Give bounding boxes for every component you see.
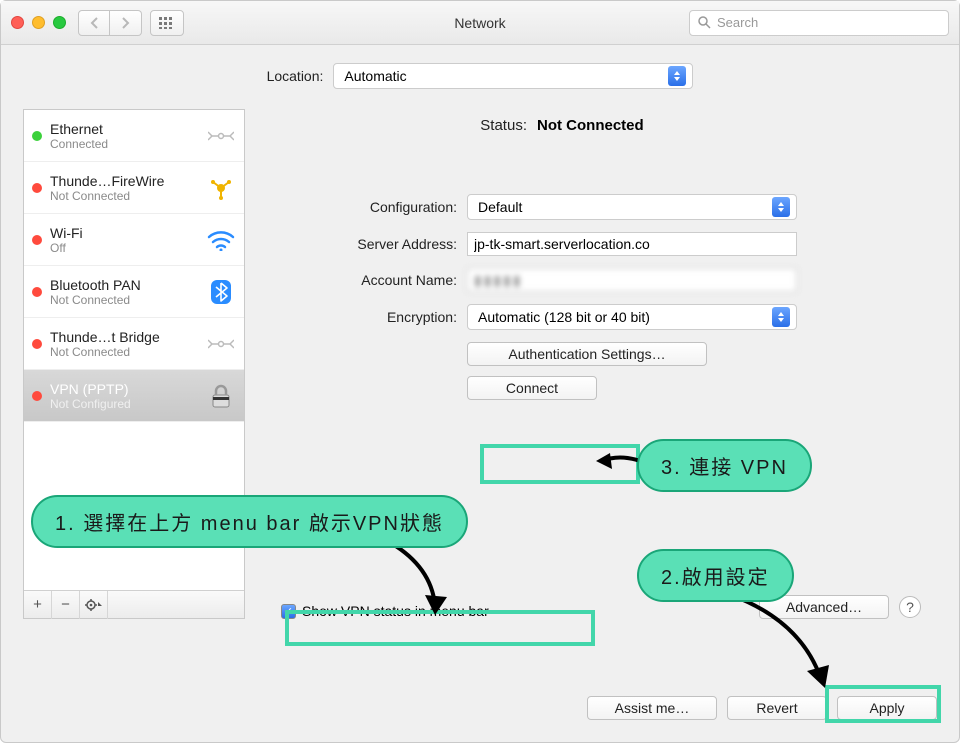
status-dot-icon (32, 183, 42, 193)
revert-button[interactable]: Revert (727, 696, 827, 720)
ethernet-icon (206, 329, 236, 359)
interface-name: Thunde…FireWire (50, 173, 198, 189)
location-select[interactable]: Automatic (333, 63, 693, 89)
encryption-select[interactable]: Automatic (128 bit or 40 bit) (467, 304, 797, 330)
configuration-value: Default (478, 199, 522, 215)
account-name-input[interactable]: ▮▮▮▮▮ (467, 268, 797, 292)
minimize-window-button[interactable] (32, 16, 45, 29)
server-address-input[interactable] (467, 232, 797, 256)
dropdown-arrows-icon (668, 66, 686, 86)
interface-status: Connected (50, 137, 198, 151)
lock-icon (206, 381, 236, 411)
zoom-window-button[interactable] (53, 16, 66, 29)
search-placeholder: Search (717, 15, 758, 30)
interface-row-vpn[interactable]: VPN (PPTP) Not Configured (24, 370, 244, 422)
show-vpn-menubar-row: ✓ Show VPN status in menu bar (281, 603, 489, 619)
interface-status: Not Configured (50, 397, 198, 411)
gear-icon (85, 598, 103, 612)
firewire-icon (206, 173, 236, 203)
status-label: Status: (347, 117, 527, 134)
search-input[interactable]: Search (689, 10, 949, 36)
configuration-label: Configuration: (267, 199, 457, 215)
interface-row-thunderbolt-bridge[interactable]: Thunde…t Bridge Not Connected (24, 318, 244, 370)
interface-row-bluetooth[interactable]: Bluetooth PAN Not Connected (24, 266, 244, 318)
interface-row-wifi[interactable]: Wi-Fi Off (24, 214, 244, 266)
interface-row-ethernet[interactable]: Ethernet Connected (24, 110, 244, 162)
connect-button[interactable]: Connect (467, 376, 597, 400)
location-value: Automatic (344, 68, 406, 84)
help-button[interactable]: ? (899, 596, 921, 618)
server-address-label: Server Address: (267, 236, 457, 252)
interface-list: Ethernet Connected Thunde…FireWire Not C… (24, 110, 244, 422)
show-vpn-menubar-checkbox[interactable]: ✓ (281, 604, 296, 619)
interface-status: Off (50, 241, 198, 255)
window-controls (11, 16, 66, 29)
encryption-label: Encryption: (267, 309, 457, 325)
annotation-step2: 2.啟用設定 (637, 549, 794, 602)
sidebar-footer: + − (24, 590, 244, 618)
configuration-select[interactable]: Default (467, 194, 797, 220)
annotation-step1: 1. 選擇在上方 menu bar 啟示VPN狀態 (31, 495, 468, 548)
interface-row-firewire[interactable]: Thunde…FireWire Not Connected (24, 162, 244, 214)
location-row: Location: Automatic (21, 63, 939, 89)
interface-actions-button[interactable] (80, 591, 108, 619)
network-preferences-window: Network Search Location: Automatic Et (0, 0, 960, 743)
add-interface-button[interactable]: + (24, 591, 52, 619)
bluetooth-icon (206, 277, 236, 307)
assist-me-button[interactable]: Assist me… (587, 696, 717, 720)
show-all-button[interactable] (150, 10, 184, 36)
annotation-step3: 3. 連接 VPN (637, 439, 812, 492)
interface-status: Not Connected (50, 189, 198, 203)
show-vpn-menubar-label: Show VPN status in menu bar (302, 603, 489, 619)
ethernet-icon (206, 121, 236, 151)
bottom-bar: Assist me… Revert Apply (23, 696, 937, 720)
interface-name: Ethernet (50, 121, 198, 137)
close-window-button[interactable] (11, 16, 24, 29)
status-dot-icon (32, 131, 42, 141)
interface-name: Wi-Fi (50, 225, 198, 241)
search-icon (698, 16, 711, 29)
authentication-settings-button[interactable]: Authentication Settings… (467, 342, 707, 366)
interface-name: Thunde…t Bridge (50, 329, 198, 345)
status-dot-icon (32, 391, 42, 401)
status-dot-icon (32, 235, 42, 245)
dropdown-arrows-icon (772, 197, 790, 217)
status-dot-icon (32, 339, 42, 349)
back-button[interactable] (78, 10, 110, 36)
account-name-label: Account Name: (267, 272, 457, 288)
interface-name: Bluetooth PAN (50, 277, 198, 293)
nav-buttons (78, 10, 142, 36)
encryption-value: Automatic (128 bit or 40 bit) (478, 309, 650, 325)
forward-button[interactable] (110, 10, 142, 36)
dropdown-arrows-icon (772, 307, 790, 327)
titlebar: Network Search (1, 1, 959, 45)
location-label: Location: (267, 68, 324, 84)
apply-button[interactable]: Apply (837, 696, 937, 720)
remove-interface-button[interactable]: − (52, 591, 80, 619)
status-dot-icon (32, 287, 42, 297)
interface-name: VPN (PPTP) (50, 381, 198, 397)
status-value: Not Connected (537, 117, 644, 134)
wifi-icon (206, 225, 236, 255)
interface-status: Not Connected (50, 293, 198, 307)
interface-status: Not Connected (50, 345, 198, 359)
